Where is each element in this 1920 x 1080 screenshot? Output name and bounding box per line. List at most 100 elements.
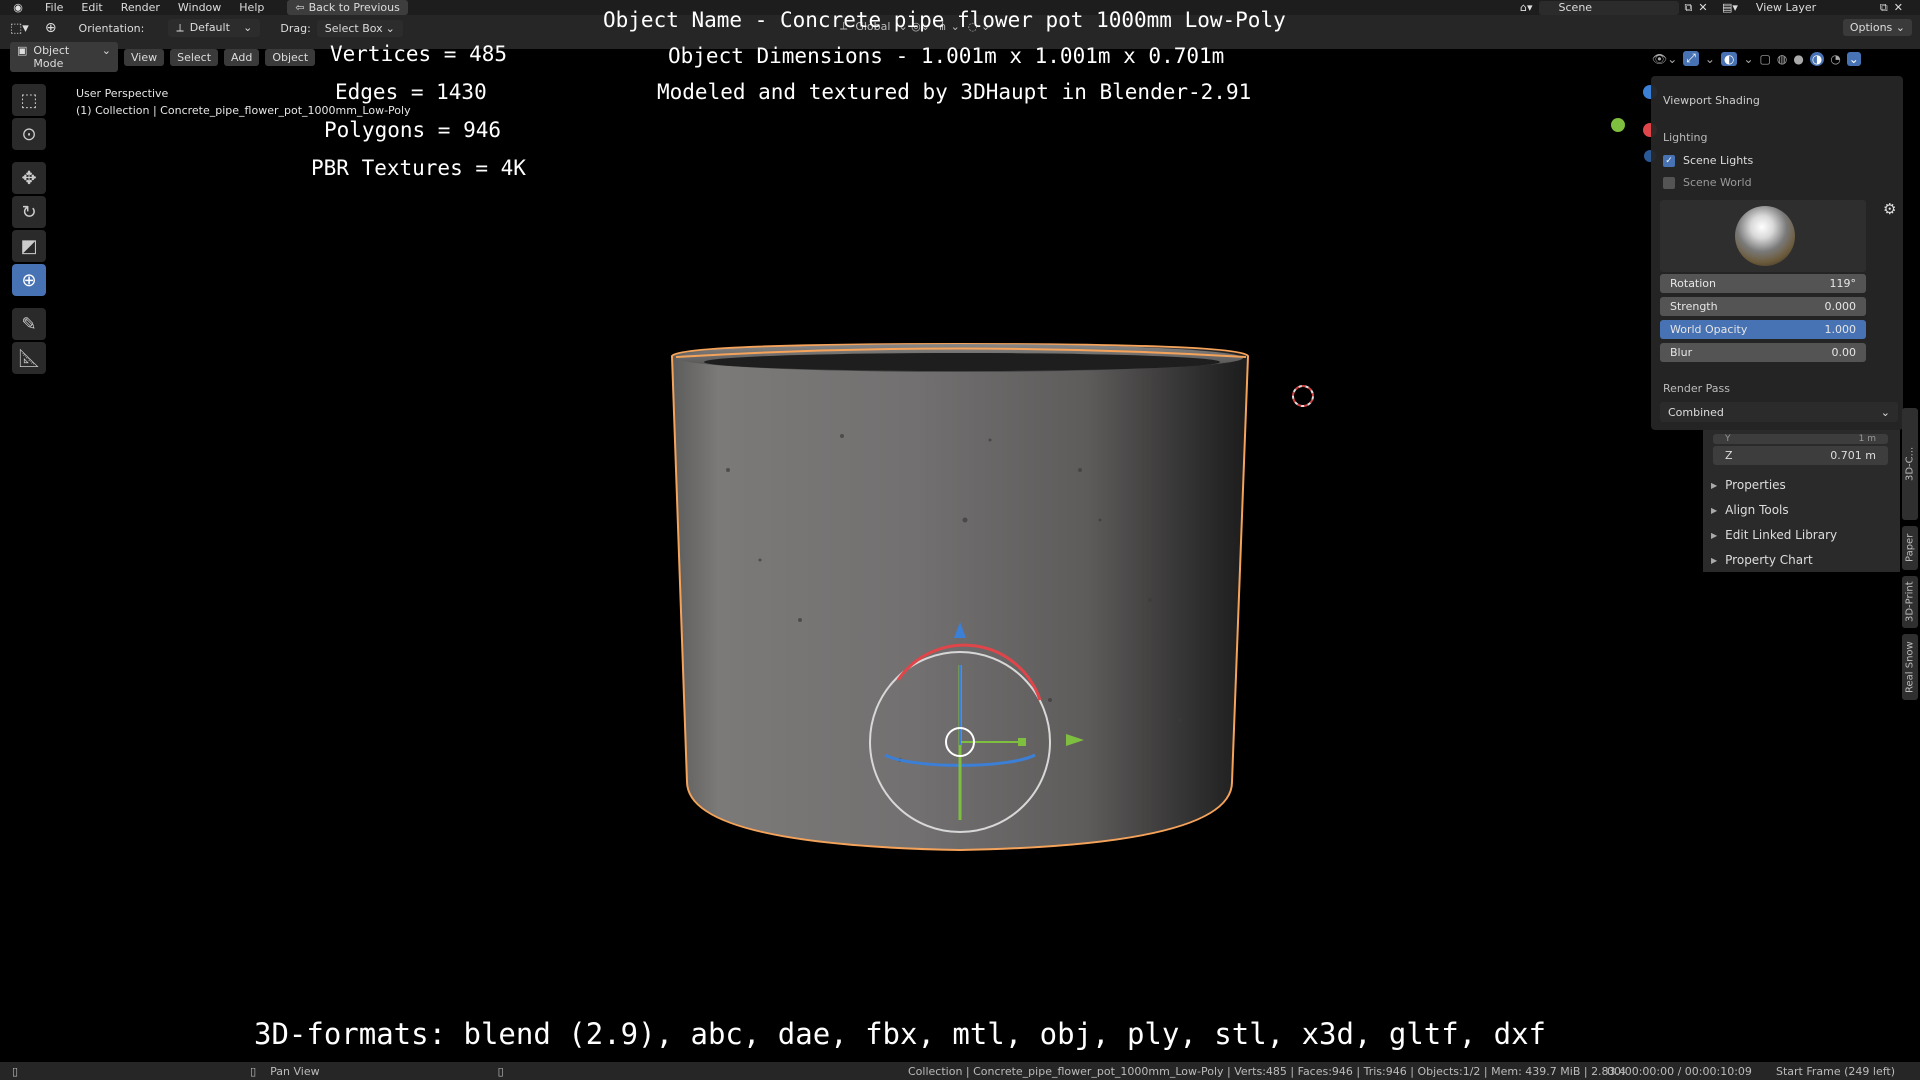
scene-lights-checkbox[interactable]: ✓ Scene Lights: [1663, 154, 1753, 167]
overlays-toggle-icon[interactable]: ◐: [1720, 51, 1738, 66]
select-box-tool-icon[interactable]: ⬚: [12, 84, 46, 116]
transform-gizmo[interactable]: [869, 622, 1084, 833]
scale-tool-icon[interactable]: ◩: [12, 230, 46, 262]
checkbox-unchecked-icon: [1663, 176, 1675, 189]
sidebar-panel: Y 1 m Z 0.701 m ▶ Properties ▶ Align Tools…: [1703, 430, 1900, 572]
rotation-value: 119°: [1829, 277, 1857, 290]
mouse-right-icon: ▯: [497, 1064, 504, 1078]
expand-arrow-icon: ▶: [1711, 505, 1718, 515]
flower-pot-object[interactable]: [670, 342, 1250, 852]
scene-selector[interactable]: ⌂▾ Scene ⧉ ✕: [1520, 0, 1708, 15]
tab-paper[interactable]: Paper: [1902, 526, 1918, 570]
world-opacity-slider[interactable]: World Opacity 1.000: [1660, 320, 1866, 339]
dimension-y-label: Y: [1725, 434, 1731, 444]
view-layer-close-icon[interactable]: ✕: [1894, 1, 1903, 14]
blur-label: Blur: [1670, 346, 1693, 359]
transform-tool-icon[interactable]: ⊕: [45, 20, 57, 36]
menu-view[interactable]: View: [124, 48, 165, 66]
back-icon: ⇦: [295, 1, 305, 14]
chevron-down-icon: ⌄: [385, 21, 395, 35]
scene-world-label: Scene World: [1683, 176, 1752, 189]
view-layer-icon: ▤▾: [1722, 1, 1738, 14]
xray-toggle-icon[interactable]: ▢: [1760, 52, 1771, 66]
orientation-dropdown[interactable]: ⟂ Default ⌄: [168, 19, 261, 37]
view-layer-field[interactable]: View Layer: [1744, 1, 1874, 15]
editor-type-icon[interactable]: ⬚▾: [10, 21, 29, 36]
transform-tool-icon[interactable]: ⊕: [12, 264, 46, 296]
dimensions-text: Object Dimensions - 1.001m x 1.001m x 0.…: [668, 44, 1225, 68]
gizmo-dropdown-icon[interactable]: ⌄: [1705, 52, 1715, 66]
back-to-previous-button[interactable]: ⇦ Back to Previous: [287, 0, 408, 15]
pan-view-label: Pan View: [270, 1064, 320, 1078]
orientation-value: Default: [189, 21, 230, 34]
wireframe-shading-icon[interactable]: ◍: [1777, 52, 1787, 66]
rotation-slider[interactable]: Rotation 119°: [1660, 274, 1866, 293]
menu-window[interactable]: Window: [169, 1, 230, 14]
hdri-preview[interactable]: [1660, 200, 1866, 272]
options-dropdown[interactable]: Options ⌄: [1842, 19, 1912, 36]
cursor-tool-icon[interactable]: ⊙: [12, 118, 46, 150]
scene-icon: ⌂▾: [1520, 1, 1533, 14]
scene-world-checkbox[interactable]: Scene World: [1663, 176, 1752, 189]
object-mode-icon: ▣: [17, 44, 28, 57]
start-frame-label: Start Frame (249 left): [1776, 1064, 1896, 1078]
menu-add[interactable]: Add: [224, 48, 260, 66]
view-layer-selector[interactable]: ▤▾ View Layer ⧉ ✕: [1722, 0, 1903, 15]
object-mode-dropdown[interactable]: ▣ Object Mode ⌄: [10, 42, 118, 72]
menu-help[interactable]: Help: [230, 1, 273, 14]
expand-arrow-icon: ▶: [1711, 555, 1718, 565]
section-align-tools-label: Align Tools: [1725, 503, 1789, 517]
checkbox-checked-icon: ✓: [1663, 154, 1675, 167]
orientation-label: Orientation:: [78, 21, 145, 35]
blur-slider[interactable]: Blur 0.00: [1660, 343, 1866, 362]
object-mode-label: Object Mode: [33, 44, 70, 70]
menu-render[interactable]: Render: [112, 1, 169, 14]
drag-dropdown[interactable]: Select Box ⌄: [316, 19, 403, 37]
view-layer-name: View Layer: [1755, 1, 1817, 14]
edges-text: Edges = 1430: [335, 80, 487, 104]
measure-tool-icon[interactable]: 📐︎: [12, 342, 46, 374]
menu-file[interactable]: File: [36, 1, 72, 14]
viewport-collection-label: (1) Collection | Concrete_pipe_flower_po…: [76, 104, 411, 117]
expand-arrow-icon: ▶: [1711, 530, 1718, 540]
dimension-y-field[interactable]: Y 1 m: [1713, 434, 1888, 444]
rendered-shading-icon[interactable]: ◔: [1830, 52, 1840, 66]
annotate-tool-icon[interactable]: ✎: [12, 308, 46, 340]
left-toolbar: ⬚ ⊙ ✥ ↻ ◩ ⊕ ✎ 📐︎: [8, 82, 50, 376]
blender-logo-icon[interactable]: ◉: [10, 1, 26, 15]
tab-3d-print[interactable]: 3D-Print: [1902, 576, 1918, 628]
view-layer-new-icon[interactable]: ⧉: [1880, 1, 1888, 15]
menu-edit[interactable]: Edit: [72, 1, 111, 14]
dimension-y-value: 1 m: [1858, 434, 1876, 444]
section-property-chart[interactable]: ▶ Property Chart: [1711, 553, 1813, 567]
render-pass-dropdown[interactable]: Combined ⌄: [1660, 402, 1898, 422]
section-edit-linked-library-label: Edit Linked Library: [1725, 528, 1838, 542]
gear-icon[interactable]: ⚙: [1883, 200, 1896, 218]
visibility-icon[interactable]: 👁︎⌄: [1652, 52, 1677, 66]
dimension-z-field[interactable]: Z 0.701 m: [1713, 446, 1888, 465]
menu-select[interactable]: Select: [170, 48, 219, 66]
section-properties[interactable]: ▶ Properties: [1711, 478, 1786, 492]
world-opacity-value: 1.000: [1824, 323, 1857, 336]
gizmo-toggle-icon[interactable]: ⤢: [1683, 51, 1699, 66]
dimension-z-value: 0.701 m: [1830, 449, 1876, 462]
solid-shading-icon[interactable]: ●: [1793, 52, 1803, 66]
overlays-dropdown-icon[interactable]: ⌄: [1743, 52, 1753, 66]
material-shading-icon[interactable]: ◑: [1809, 51, 1825, 66]
scene-close-icon[interactable]: ✕: [1698, 1, 1707, 14]
menu-object[interactable]: Object: [265, 48, 316, 66]
scene-new-icon[interactable]: ⧉: [1685, 1, 1693, 15]
tab-real-snow[interactable]: Real Snow: [1902, 634, 1918, 700]
shading-dropdown-icon[interactable]: ⌄: [1846, 51, 1861, 66]
strength-slider[interactable]: Strength 0.000: [1660, 297, 1866, 316]
scene-field[interactable]: Scene: [1538, 0, 1679, 15]
hdri-sphere-icon: [1735, 206, 1795, 266]
section-edit-linked-library[interactable]: ▶ Edit Linked Library: [1711, 528, 1837, 542]
section-align-tools[interactable]: ▶ Align Tools: [1711, 503, 1789, 517]
rotate-tool-icon[interactable]: ↻: [12, 196, 46, 228]
move-tool-icon[interactable]: ✥: [12, 162, 46, 194]
scene-stats: Collection | Concrete_pipe_flower_pot_10…: [908, 1064, 1627, 1078]
polygons-text: Polygons = 946: [324, 118, 502, 142]
sidebar-tabs: 3D-C... Paper 3D-Print Real Snow: [1900, 60, 1920, 1060]
tab-3d-c[interactable]: 3D-C...: [1902, 408, 1918, 520]
